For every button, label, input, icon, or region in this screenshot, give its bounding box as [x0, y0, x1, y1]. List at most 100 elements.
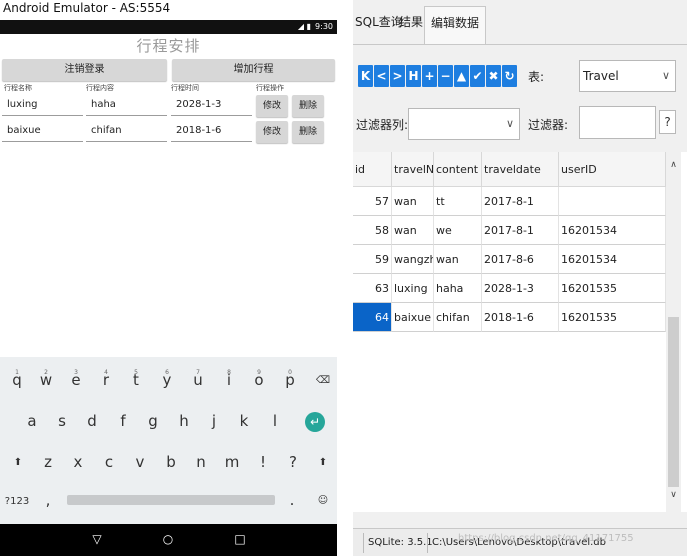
trip-name-field[interactable]: baixue — [2, 122, 83, 142]
key-p[interactable]: 0p — [278, 369, 302, 389]
shift-icon[interactable]: ⬆ — [6, 454, 30, 472]
grid-cell[interactable]: 16201534 — [559, 216, 666, 245]
key-i[interactable]: 8i — [217, 369, 241, 389]
grid-cell[interactable]: 2017-8-1 — [482, 216, 559, 245]
key-w[interactable]: 2w — [34, 369, 58, 389]
emoji-icon[interactable]: ☺ — [311, 492, 335, 510]
post-edit-icon[interactable]: ✔ — [470, 65, 485, 87]
trip-name-field[interactable]: luxing — [2, 96, 83, 116]
last-record-icon[interactable]: H — [406, 65, 421, 87]
recents-icon[interactable]: □ — [230, 530, 250, 548]
column-header[interactable]: traveldate — [482, 152, 559, 187]
key-r[interactable]: 4r — [94, 369, 118, 389]
grid-cell[interactable]: 2028-1-3 — [482, 274, 559, 303]
delete-record-icon[interactable]: − — [438, 65, 453, 87]
key-period[interactable]: . — [280, 491, 304, 509]
grid-cell[interactable] — [559, 187, 666, 216]
grid-cell[interactable]: 16201534 — [559, 245, 666, 274]
grid-cell[interactable]: luxing — [392, 274, 434, 303]
key-v[interactable]: v — [128, 453, 152, 471]
key-m[interactable]: m — [220, 453, 244, 471]
scroll-down-icon[interactable]: ∨ — [666, 490, 681, 500]
space-bar[interactable] — [67, 495, 275, 505]
key-a[interactable]: a — [20, 412, 44, 430]
column-header[interactable]: travelName — [392, 152, 434, 187]
trip-date-field[interactable]: 2028-1-3 — [171, 96, 252, 116]
key-t[interactable]: 5t — [124, 369, 148, 389]
trip-date-field[interactable]: 2018-1-6 — [171, 122, 252, 142]
first-record-icon[interactable]: K — [358, 65, 373, 87]
scrollbar-thumb[interactable] — [668, 317, 679, 487]
edit-record-icon[interactable]: ▲ — [454, 65, 469, 87]
key-comma[interactable]: , — [36, 491, 60, 509]
key-u[interactable]: 7u — [186, 369, 210, 389]
grid-cell[interactable]: wan — [392, 187, 434, 216]
column-header[interactable]: id — [353, 152, 392, 187]
edit-button[interactable]: 修改 — [256, 121, 288, 143]
key-s[interactable]: s — [50, 412, 74, 430]
key-o[interactable]: 9o — [247, 369, 271, 389]
table-select[interactable]: Travel ∨ — [579, 60, 676, 92]
insert-record-icon[interactable]: + — [422, 65, 437, 87]
grid-cell[interactable]: baixue — [392, 303, 434, 332]
grid-cell[interactable]: 2017-8-6 — [482, 245, 559, 274]
trip-content-field[interactable]: chifan — [86, 122, 167, 142]
key-exclamation[interactable]: ! — [251, 453, 275, 471]
key-d[interactable]: d — [80, 412, 104, 430]
key-z[interactable]: z — [36, 453, 60, 471]
back-icon[interactable]: ▽ — [87, 530, 107, 548]
grid-cell[interactable]: wan — [392, 216, 434, 245]
backspace-icon[interactable]: ⌫ — [311, 372, 335, 390]
vertical-scrollbar[interactable]: ∧ ∨ — [666, 152, 681, 512]
trip-content-field[interactable]: haha — [86, 96, 167, 116]
grid-cell[interactable]: wangzhe — [392, 245, 434, 274]
key-n[interactable]: n — [189, 453, 213, 471]
delete-button[interactable]: 删除 — [292, 95, 324, 117]
grid-cell[interactable]: we — [434, 216, 482, 245]
tab-edit-data[interactable]: 编辑数据 — [424, 6, 487, 44]
grid-cell[interactable]: 2017-8-1 — [482, 187, 559, 216]
key-y[interactable]: 6y — [155, 369, 179, 389]
grid-cell[interactable]: wan — [434, 245, 482, 274]
grid-cell[interactable]: 58 — [353, 216, 392, 245]
grid-cell[interactable]: 2018-1-6 — [482, 303, 559, 332]
add-trip-button[interactable]: 增加行程 — [172, 59, 335, 81]
edit-button[interactable]: 修改 — [256, 95, 288, 117]
next-record-icon[interactable]: > — [390, 65, 405, 87]
grid-cell[interactable]: tt — [434, 187, 482, 216]
grid-cell[interactable]: 57 — [353, 187, 392, 216]
key-e[interactable]: 3e — [64, 369, 88, 389]
column-header[interactable]: content — [434, 152, 482, 187]
key-x[interactable]: x — [66, 453, 90, 471]
key-f[interactable]: f — [111, 412, 135, 430]
refresh-icon[interactable]: ↻ — [502, 65, 517, 87]
key-g[interactable]: g — [141, 412, 165, 430]
tab-results[interactable]: 结果 — [399, 12, 423, 32]
column-header[interactable]: userID — [559, 152, 666, 187]
grid-cell[interactable]: 16201535 — [559, 274, 666, 303]
key-j[interactable]: j — [202, 412, 226, 430]
key-l[interactable]: l — [263, 412, 287, 430]
grid-cell[interactable]: 59 — [353, 245, 392, 274]
delete-button[interactable]: 删除 — [292, 121, 324, 143]
key-c[interactable]: c — [97, 453, 121, 471]
scroll-up-icon[interactable]: ∧ — [666, 160, 681, 170]
prev-record-icon[interactable]: < — [374, 65, 389, 87]
key-h[interactable]: h — [172, 412, 196, 430]
grid-cell[interactable]: haha — [434, 274, 482, 303]
key-question[interactable]: ? — [281, 453, 305, 471]
key-q[interactable]: 1q — [5, 369, 29, 389]
symbols-key[interactable]: ?123 — [2, 493, 32, 511]
filter-input[interactable] — [579, 106, 656, 139]
filter-icon[interactable]: ? — [659, 110, 676, 134]
key-b[interactable]: b — [159, 453, 183, 471]
cancel-edit-icon[interactable]: ✖ — [486, 65, 501, 87]
grid-cell[interactable]: 63 — [353, 274, 392, 303]
filter-column-select[interactable]: ∨ — [408, 108, 520, 140]
logout-button[interactable]: 注销登录 — [2, 59, 167, 81]
home-icon[interactable]: ○ — [158, 530, 178, 548]
enter-icon[interactable]: ↵ — [305, 412, 325, 432]
grid-cell[interactable]: 16201535 — [559, 303, 666, 332]
key-k[interactable]: k — [232, 412, 256, 430]
grid-cell[interactable]: chifan — [434, 303, 482, 332]
